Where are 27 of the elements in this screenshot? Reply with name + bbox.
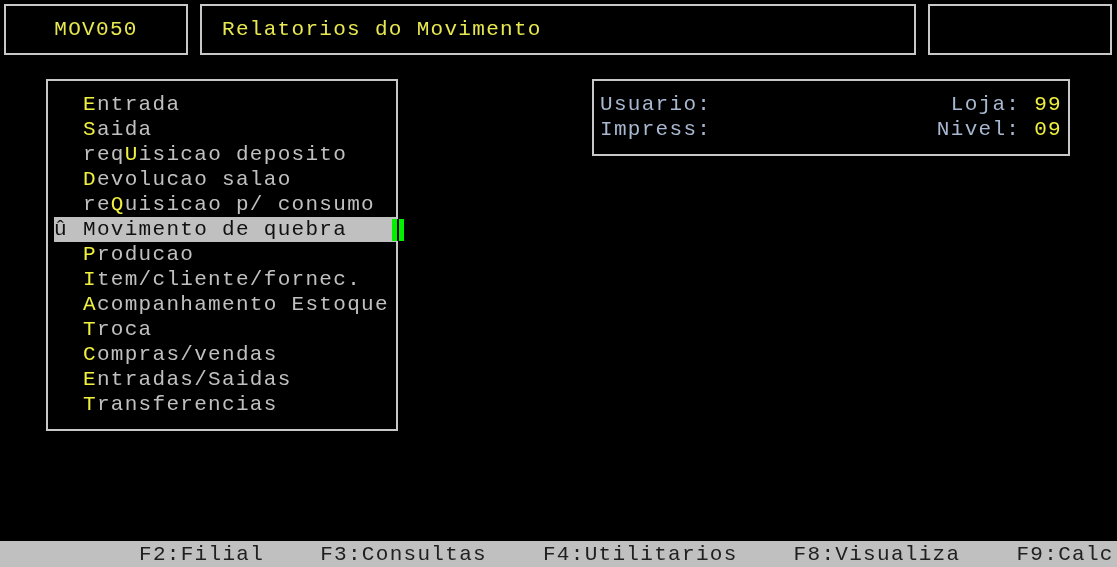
- menu-item[interactable]: I tem/cliente/fornec.: [54, 267, 396, 292]
- info-value: 99: [1034, 93, 1062, 116]
- menu-item[interactable]: reQuisicao p/ consumo: [54, 192, 396, 217]
- cursor-block-icon: [392, 219, 404, 241]
- menu-item[interactable]: Entradas/Saidas: [54, 367, 396, 392]
- menu-item[interactable]: Entrada: [54, 92, 396, 117]
- info-label: Loja:: [950, 93, 1021, 116]
- info-label: Usuario:: [600, 92, 712, 117]
- function-key[interactable]: F3:Consultas: [320, 542, 487, 566]
- menu-item[interactable]: Compras/vendas: [54, 342, 396, 367]
- info-value: 09: [1034, 118, 1062, 141]
- menu-item[interactable]: Acompanhamento Estoque: [54, 292, 396, 317]
- menu-item[interactable]: Devolucao salao: [54, 167, 396, 192]
- info-label: Nivel:: [936, 118, 1021, 141]
- function-key[interactable]: F2:Filial: [139, 542, 265, 566]
- menu-item[interactable]: Transferencias: [54, 392, 396, 417]
- menu-item[interactable]: û Movimento de quebra: [54, 217, 396, 242]
- screen-title: Relatorios do Movimento: [200, 4, 916, 55]
- function-key[interactable]: F4:Utilitarios: [542, 542, 738, 566]
- menu-item[interactable]: Troca: [54, 317, 396, 342]
- menu-item[interactable]: reqUisicao deposito: [54, 142, 396, 167]
- program-code: MOV050: [4, 4, 188, 55]
- menu-item[interactable]: Saida: [54, 117, 396, 142]
- info-label: Impress:: [600, 117, 712, 142]
- function-key[interactable]: F8:Visualiza: [793, 542, 961, 566]
- menu-item[interactable]: Producao: [54, 242, 396, 267]
- function-key[interactable]: F9:Calc: [1016, 542, 1114, 566]
